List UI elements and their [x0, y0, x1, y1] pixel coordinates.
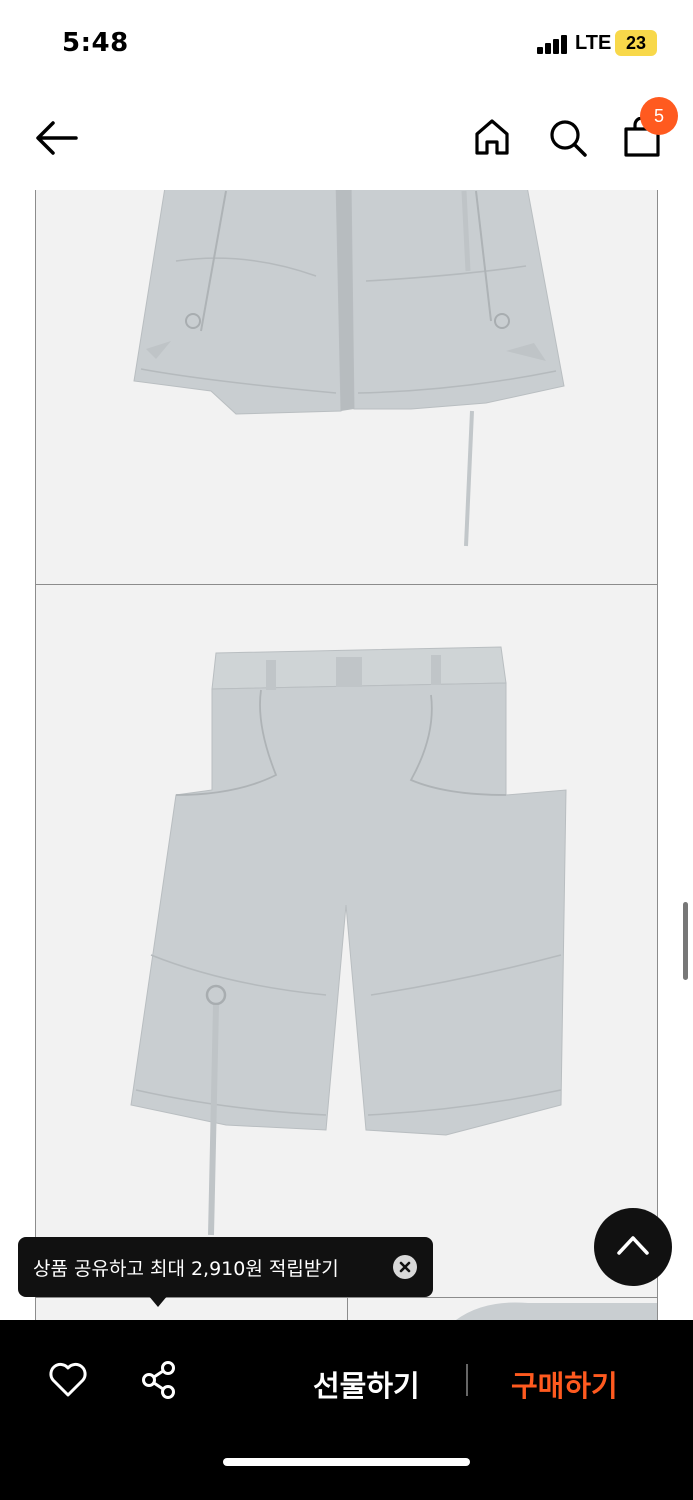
battery-icon: 23: [615, 30, 657, 56]
arrow-left-icon[interactable]: [34, 119, 80, 157]
home-icon[interactable]: [472, 117, 512, 157]
share-reward-tooltip: 상품 공유하고 최대 2,910원 적립받기: [18, 1237, 433, 1307]
home-indicator: [223, 1458, 470, 1466]
shorts-back-illustration: [130, 646, 567, 1236]
product-image-grid: [0, 190, 693, 1320]
detail-2-illustration: [456, 1302, 657, 1320]
close-x-glyph: [399, 1261, 411, 1273]
shorts-front-illustration: [133, 190, 565, 547]
close-icon[interactable]: [393, 1255, 417, 1279]
scroll-to-top-button[interactable]: [594, 1208, 672, 1286]
bar-divider: [466, 1364, 468, 1396]
tooltip-arrow: [148, 1295, 168, 1307]
product-image-detail-1[interactable]: [35, 1297, 348, 1320]
buy-button[interactable]: 구매하기: [511, 1363, 618, 1405]
product-image-back[interactable]: [35, 584, 658, 1320]
search-icon[interactable]: [547, 117, 589, 159]
cart-count-badge: 5: [640, 97, 678, 135]
network-type: LTE: [575, 32, 612, 54]
chevron-up-icon: [617, 1236, 649, 1255]
status-bar: 5:48 LTE 23: [0, 0, 693, 90]
top-navigation: [0, 90, 693, 190]
share-icon[interactable]: [140, 1360, 178, 1400]
status-time: 5:48: [62, 28, 129, 58]
product-image-front[interactable]: [35, 190, 658, 585]
heart-icon[interactable]: [48, 1362, 88, 1398]
bottom-action-bar: 선물하기 구매하기: [0, 1320, 693, 1500]
tooltip-text: 상품 공유하고 최대 2,910원 적립받기: [33, 1258, 339, 1280]
signal-icon: [537, 34, 569, 54]
scrollbar[interactable]: [683, 902, 688, 980]
gift-button[interactable]: 선물하기: [313, 1363, 420, 1405]
product-image-detail-2[interactable]: [347, 1297, 658, 1320]
